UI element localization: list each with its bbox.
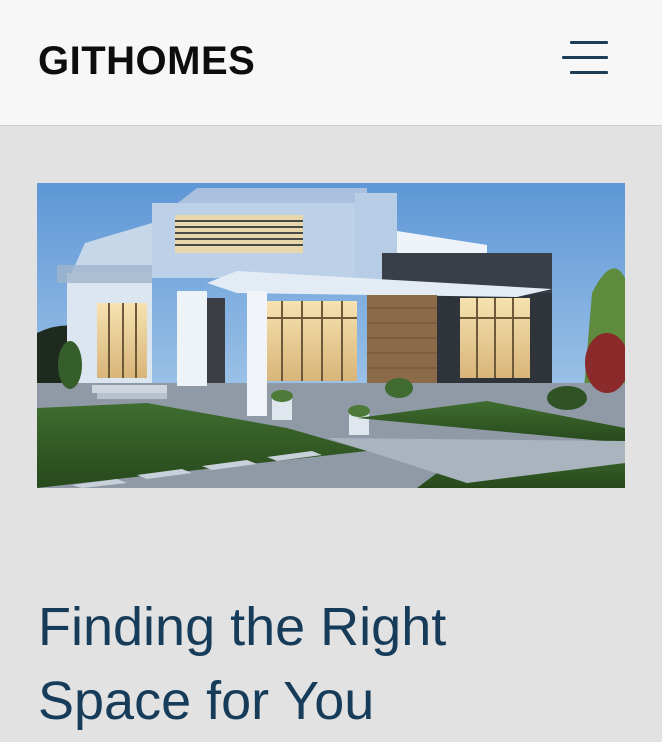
house-illustration: [37, 183, 625, 488]
headline-line-2: Space for You: [38, 671, 375, 731]
menu-button[interactable]: [562, 36, 616, 84]
site-header: GITHOMES: [0, 0, 662, 126]
hero-image: [37, 183, 625, 488]
brand-logo[interactable]: GITHOMES: [38, 38, 255, 84]
page-headline: Finding the Right Space for You: [38, 590, 638, 738]
headline-line-1: Finding the Right: [38, 597, 447, 657]
